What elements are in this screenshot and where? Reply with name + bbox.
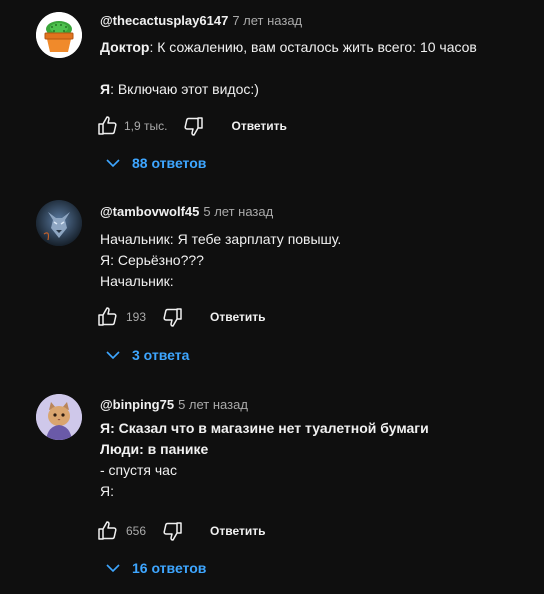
replies-count: 3 ответа bbox=[132, 347, 190, 363]
timestamp[interactable]: 5 лет назад bbox=[178, 397, 248, 412]
comment-line: Люди: в панике bbox=[100, 441, 209, 457]
speaker-label: Доктор bbox=[100, 39, 150, 55]
comment-actions: 1,9 тыс. Ответить bbox=[96, 114, 287, 138]
reply-button[interactable]: Ответить bbox=[210, 310, 265, 324]
comment-line: Я: bbox=[100, 483, 114, 499]
like-count: 193 bbox=[126, 310, 147, 324]
speaker-label: Я bbox=[100, 81, 111, 97]
author-name[interactable]: @tambovwolf45 bbox=[100, 204, 199, 219]
comment-text: Начальник: Я тебе зарплату повышу. Я: Се… bbox=[100, 229, 341, 292]
view-replies-button[interactable]: 3 ответа bbox=[104, 343, 189, 367]
comment-actions: 193 Ответить bbox=[96, 305, 265, 329]
avatar[interactable] bbox=[36, 200, 82, 246]
view-replies-button[interactable]: 88 ответов bbox=[104, 151, 206, 175]
chevron-down-icon bbox=[106, 564, 120, 573]
thumbs-up-icon[interactable] bbox=[96, 305, 120, 329]
comment-line: - спустя час bbox=[100, 462, 177, 478]
replies-count: 88 ответов bbox=[132, 155, 207, 171]
like-count: 1,9 тыс. bbox=[124, 119, 168, 133]
cat-avatar bbox=[36, 394, 82, 440]
comment-header: @binping75 5 лет назад bbox=[100, 397, 248, 412]
thumbs-down-icon[interactable] bbox=[160, 519, 184, 543]
timestamp[interactable]: 7 лет назад bbox=[232, 13, 302, 28]
thumbs-down-icon[interactable] bbox=[160, 305, 184, 329]
cactus-in-pot-avatar bbox=[36, 12, 82, 58]
comment-text: Доктор: К сожалению, вам осталось жить в… bbox=[100, 37, 477, 100]
like-count: 656 bbox=[126, 524, 147, 538]
thumbs-down-icon[interactable] bbox=[181, 114, 205, 138]
comment-header: @thecactusplay6147 7 лет назад bbox=[100, 13, 302, 28]
chevron-down-icon bbox=[106, 159, 120, 168]
timestamp[interactable]: 5 лет назад bbox=[203, 204, 273, 219]
comment-line: Я: Серьёзно??? bbox=[100, 252, 204, 268]
reply-button[interactable]: Ответить bbox=[210, 524, 265, 538]
chevron-down-icon bbox=[106, 351, 120, 360]
thumbs-up-icon[interactable] bbox=[96, 519, 120, 543]
comment-header: @tambovwolf45 5 лет назад bbox=[100, 204, 273, 219]
comment-line: Я: Сказал что в магазине нет туалетной б… bbox=[100, 420, 429, 436]
comment-actions: 656 Ответить bbox=[96, 519, 265, 543]
reply-button[interactable]: Ответить bbox=[231, 119, 286, 133]
comment-line: : Включаю этот видос:) bbox=[110, 81, 259, 97]
comment-line: Начальник: bbox=[100, 273, 174, 289]
avatar[interactable] bbox=[36, 394, 82, 440]
view-replies-button[interactable]: 16 ответов bbox=[104, 556, 206, 580]
wolf-avatar bbox=[36, 200, 82, 246]
author-name[interactable]: @thecactusplay6147 bbox=[100, 13, 228, 28]
thumbs-up-icon[interactable] bbox=[96, 114, 120, 138]
comment-line: : К сожалению, вам осталось жить всего: … bbox=[149, 39, 477, 55]
avatar[interactable] bbox=[36, 12, 82, 58]
replies-count: 16 ответов bbox=[132, 560, 207, 576]
comment-line: Начальник: Я тебе зарплату повышу. bbox=[100, 231, 342, 247]
comment-text: Я: Сказал что в магазине нет туалетной б… bbox=[100, 418, 429, 502]
author-name[interactable]: @binping75 bbox=[100, 397, 174, 412]
